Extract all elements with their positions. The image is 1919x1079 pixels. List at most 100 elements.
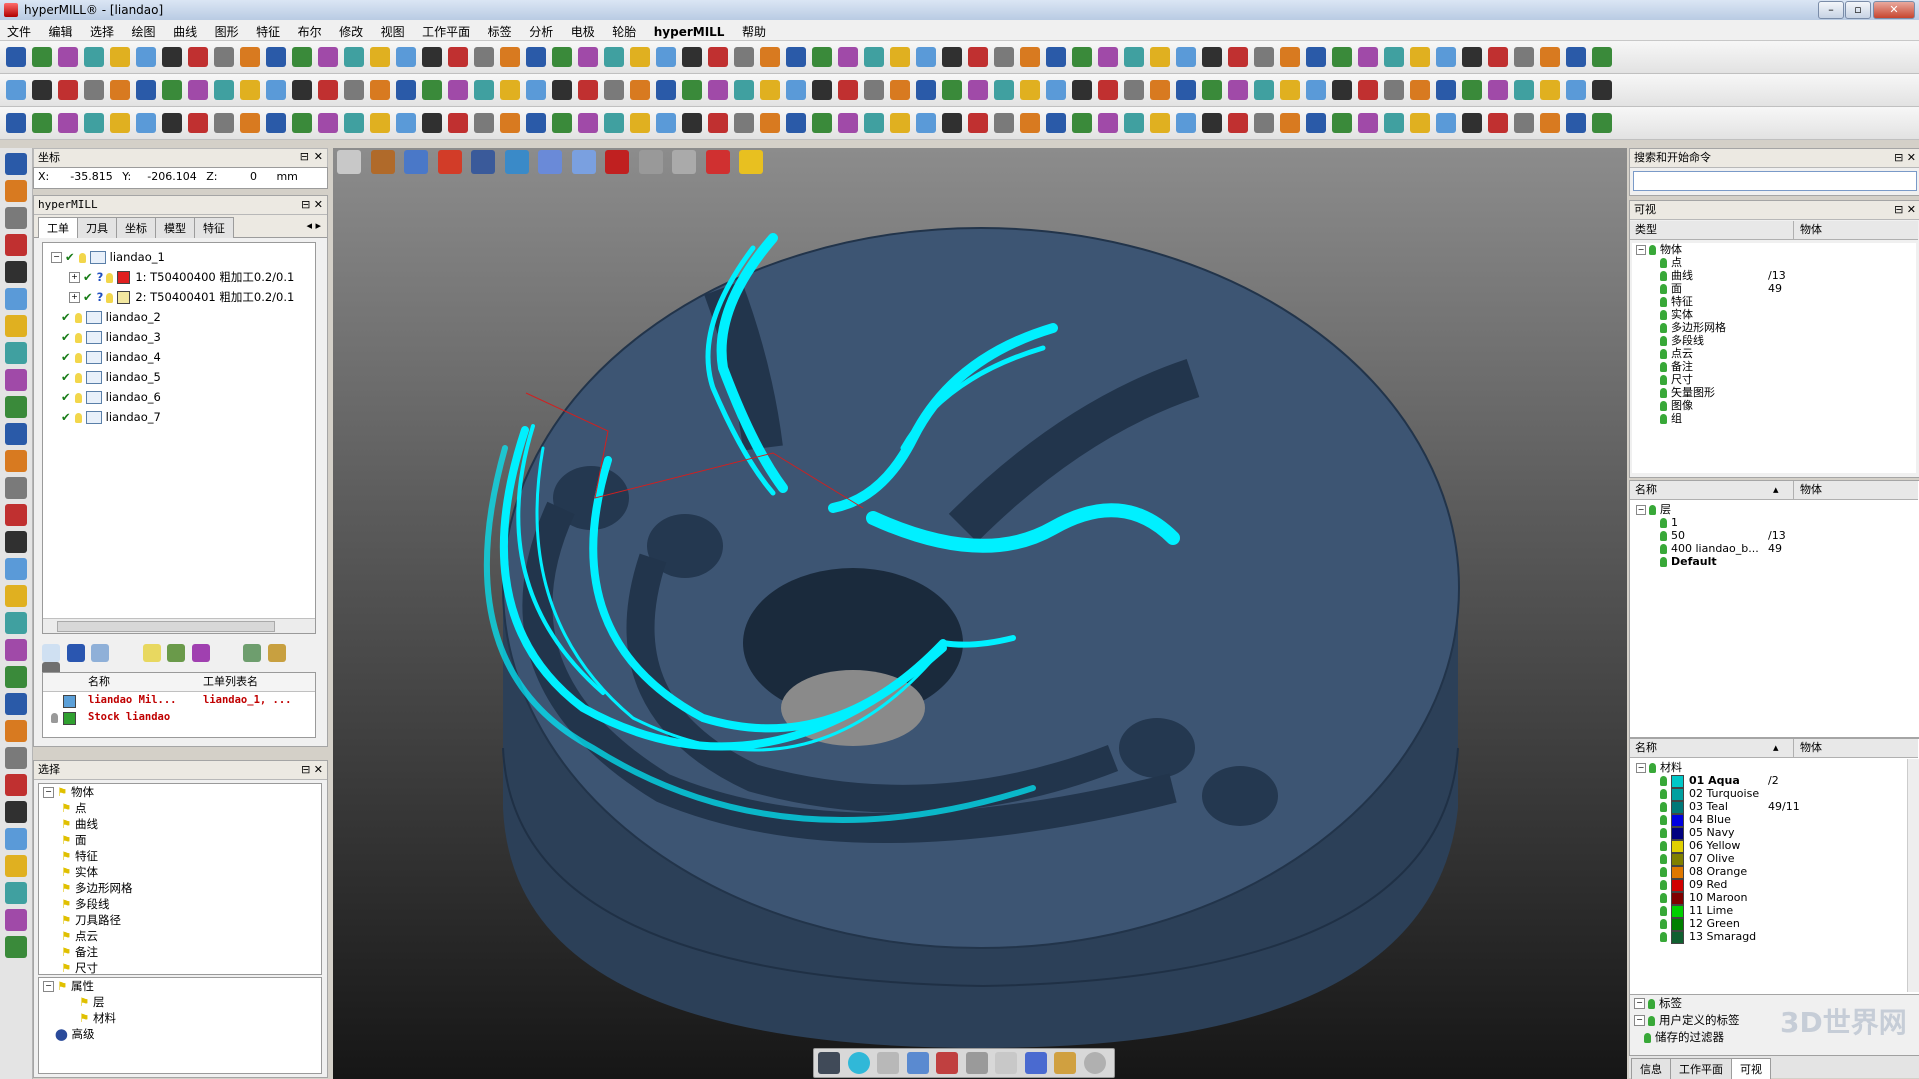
attr-row[interactable]: ⚑ 层 [79,994,321,1010]
selection-tree-row[interactable]: ⚑ 实体 [61,864,321,880]
visibility-bulb-icon[interactable] [1660,789,1667,799]
column-header-type[interactable]: 类型 [1635,221,1657,239]
tool-icon[interactable] [1098,113,1118,133]
text-icon[interactable] [188,113,208,133]
vertical-scrollbar[interactable] [1907,759,1919,992]
rotate-icon[interactable] [5,315,27,337]
tool-icon[interactable] [890,47,910,67]
material-tree-row[interactable]: 02 Turquoise [1632,787,1904,801]
surface-icon[interactable] [552,113,572,133]
material-tree-row[interactable]: 09 Red [1632,878,1904,892]
select-icon[interactable] [1436,113,1456,133]
visibility-bulb-icon[interactable] [1649,505,1656,515]
view-icon[interactable] [162,113,182,133]
visibility-bulb-icon[interactable] [1660,297,1667,307]
cube-icon[interactable] [1306,80,1326,100]
rotate-icon[interactable] [1436,80,1456,100]
view-icon[interactable] [1228,80,1248,100]
visibility-bulb-icon[interactable] [1660,776,1667,786]
select-icon[interactable] [5,882,27,904]
layers-icon[interactable] [1254,113,1274,133]
layers-icon[interactable] [1566,47,1586,67]
measure-icon[interactable] [5,558,27,580]
rotate-icon[interactable] [942,47,962,67]
visibility-bulb-icon[interactable] [1660,375,1667,385]
measure-icon[interactable] [864,113,884,133]
menu-shape[interactable]: 图形 [208,20,246,40]
visibility-bulb-icon[interactable] [1660,854,1667,864]
text-icon[interactable] [994,80,1014,100]
cube-icon[interactable] [1592,47,1612,67]
pencil-icon[interactable] [1054,1052,1076,1074]
selection-tree-row[interactable]: ⚑ 多段线 [61,896,321,912]
visible-tree-row[interactable]: 点云 [1632,347,1916,360]
selection-tree-row[interactable]: ⚑ 点云 [61,928,321,944]
layers-icon[interactable] [526,47,546,67]
surface-icon[interactable] [1098,80,1118,100]
text-icon[interactable] [474,80,494,100]
sort-arrow-icon[interactable]: ▴ [1773,481,1779,499]
material-tree-row[interactable]: − 材料 [1632,761,1904,774]
view-icon[interactable] [682,113,702,133]
surface-icon[interactable] [1358,80,1378,100]
tool-icon[interactable] [58,113,78,133]
select-icon[interactable] [708,47,728,67]
panel-pin-icon[interactable]: ⊟ [301,198,310,211]
visible-tree-row[interactable]: 图像 [1632,399,1916,412]
globe-icon[interactable] [847,1052,870,1074]
measure-icon[interactable] [630,80,650,100]
layers-icon[interactable] [734,113,754,133]
curve-icon[interactable] [58,47,78,67]
text-icon[interactable] [734,80,754,100]
visibility-bulb-icon[interactable] [1660,544,1667,554]
tab-visible[interactable]: 可视 [1731,1058,1771,1079]
selection-tree-row[interactable]: − ⚑ 物体 [43,784,321,800]
text-icon[interactable] [760,47,780,67]
text-icon[interactable] [1228,113,1248,133]
maximize-button[interactable]: ▫ [1845,1,1871,19]
rotate-icon[interactable] [162,47,182,67]
curve-icon[interactable] [552,80,572,100]
tab-workplane[interactable]: 工作平面 [1670,1058,1732,1079]
edit-icon[interactable] [91,644,109,662]
material-tree-row[interactable]: 11 Lime [1632,904,1904,918]
text-icon[interactable] [240,47,260,67]
table-row[interactable]: liandao Mil... liandao_1, ... [43,692,315,709]
select-icon[interactable] [1488,47,1508,67]
menu-view[interactable]: 视图 [374,20,412,40]
column-header-name[interactable]: 名称 [1635,739,1657,757]
surface-icon[interactable] [344,47,364,67]
visible-tree-row[interactable]: 特征 [1632,295,1916,308]
column-header-object[interactable]: 物体 [1793,481,1822,499]
visibility-bulb-icon[interactable] [1660,258,1667,268]
visibility-bulb-icon[interactable] [1660,284,1667,294]
measure-icon[interactable] [110,80,130,100]
job-tree-row[interactable]: ✔ liandao_2 [61,307,315,327]
text-icon[interactable] [5,666,27,688]
visibility-bulb-icon[interactable] [1660,414,1667,424]
surface-icon[interactable] [84,47,104,67]
visible-tree-row[interactable]: − 物体 [1632,243,1916,256]
curve-icon[interactable] [1592,80,1612,100]
visibility-bulb-icon[interactable] [1660,919,1667,929]
measure-icon[interactable] [656,47,676,67]
layers-icon[interactable] [1280,80,1300,100]
text-icon[interactable] [5,936,27,958]
view-icon[interactable] [5,639,27,661]
cursor-icon[interactable] [995,1052,1017,1074]
surface-icon[interactable] [58,80,78,100]
surface-icon[interactable] [292,113,312,133]
menu-edit[interactable]: 编辑 [42,20,80,40]
curve-icon[interactable] [292,80,312,100]
menu-workplane[interactable]: 工作平面 [415,20,477,40]
view-icon[interactable] [942,113,962,133]
select-icon[interactable] [162,80,182,100]
measure-icon[interactable] [1436,47,1456,67]
measure-icon[interactable] [1176,47,1196,67]
pen-icon[interactable] [877,1052,899,1074]
rotate-icon[interactable] [656,80,676,100]
curve-icon[interactable] [786,113,806,133]
measure-icon[interactable] [370,80,390,100]
view-icon[interactable] [968,80,988,100]
curve-icon[interactable] [5,207,27,229]
